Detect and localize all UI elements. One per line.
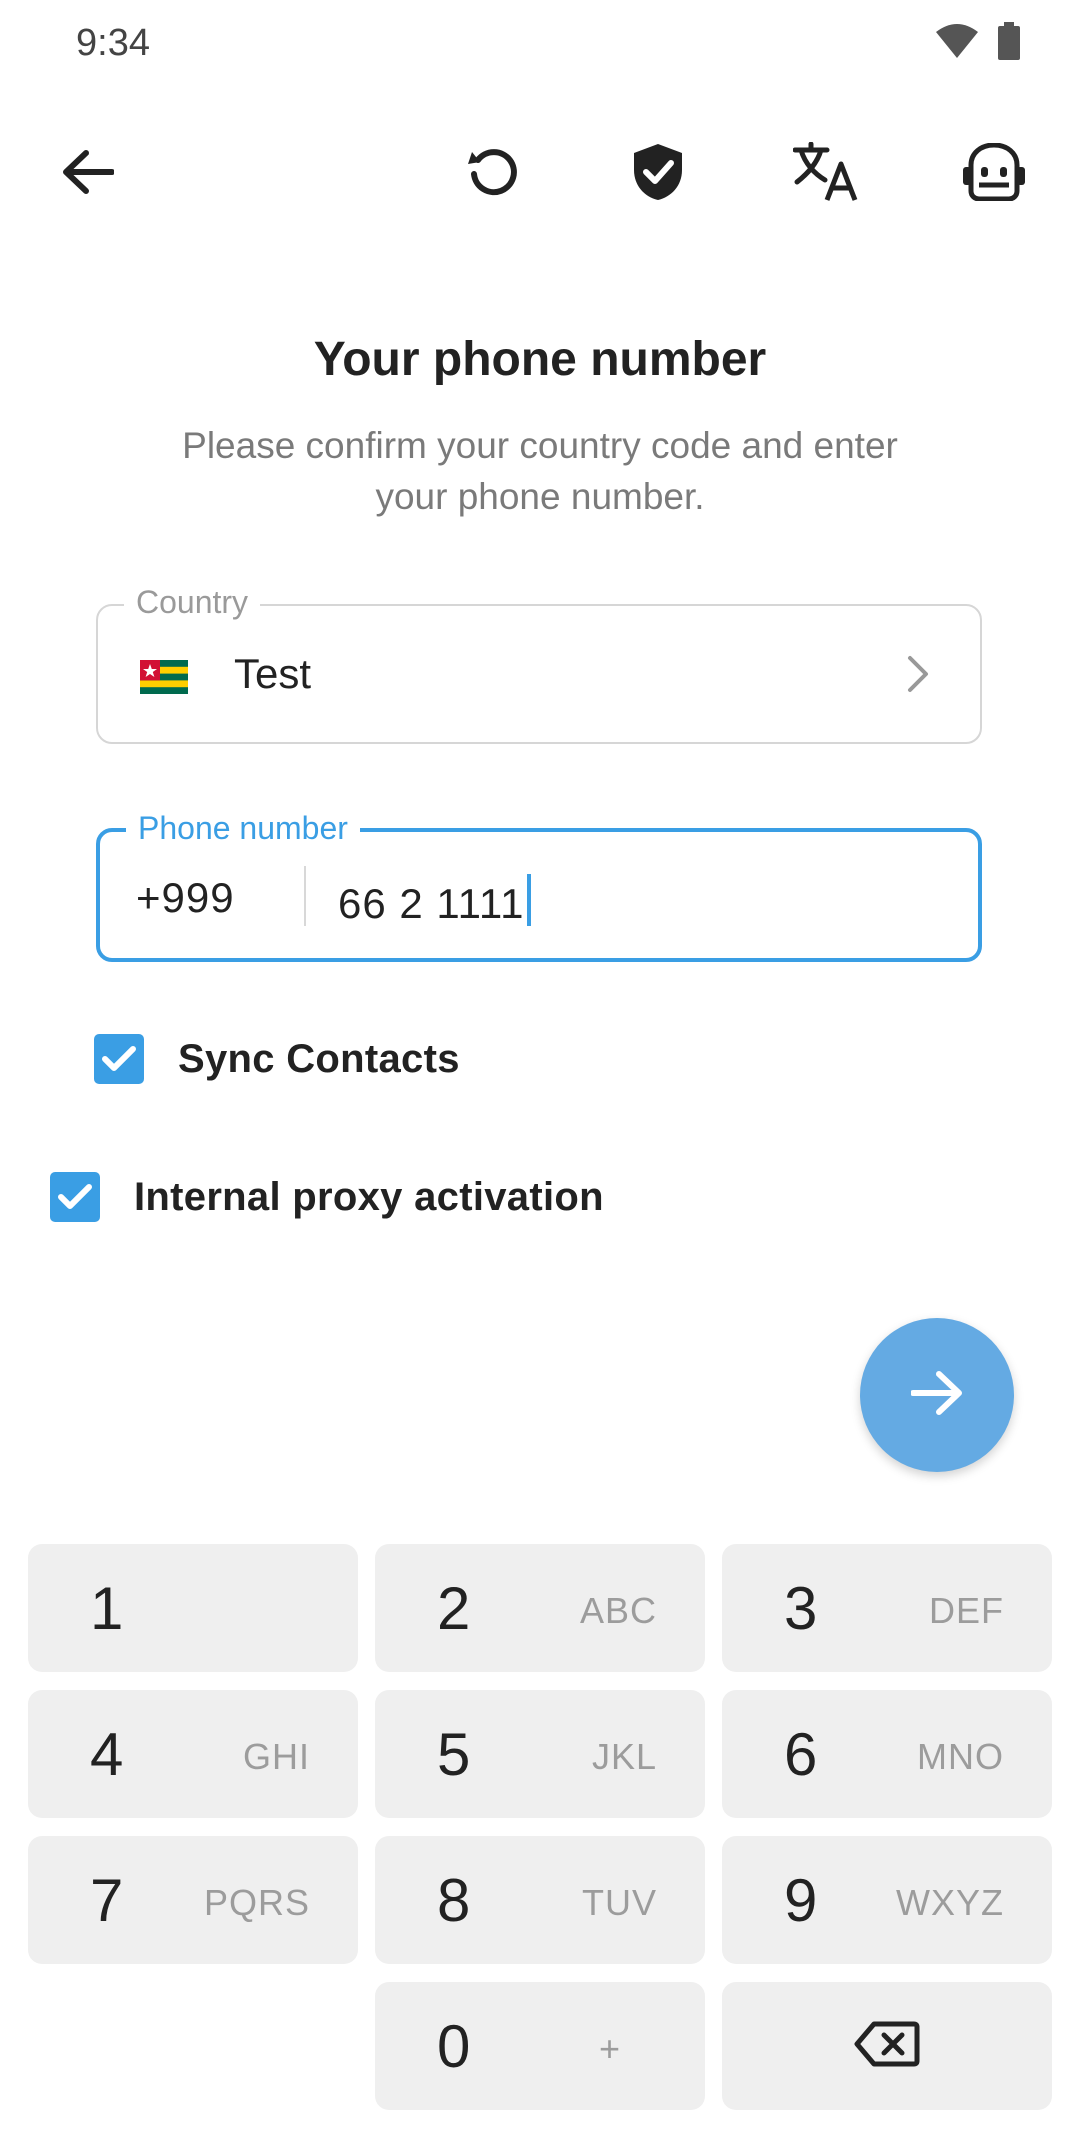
key-3[interactable]: 3 DEF	[722, 1544, 1052, 1672]
backspace-key[interactable]	[722, 1982, 1052, 2110]
key-digit: 7	[90, 1867, 124, 1934]
country-selector[interactable]: Country Test	[96, 580, 982, 744]
next-button[interactable]	[860, 1318, 1014, 1472]
page-subtitle: Please confirm your country code and ent…	[182, 425, 898, 517]
backspace-icon	[854, 2021, 920, 2072]
key-letters: GHI	[242, 1736, 310, 1777]
arrow-right-icon	[910, 1370, 963, 1420]
status-time: 9:34	[76, 22, 150, 64]
key-digit: 6	[784, 1721, 818, 1788]
key-8[interactable]: 8 TUV	[375, 1836, 705, 1964]
key-letters: +	[598, 2028, 621, 2069]
shield-button[interactable]	[610, 124, 706, 220]
key-digit: 3	[784, 1575, 818, 1642]
translate-icon	[793, 142, 859, 202]
internal-proxy-checkbox[interactable]: Internal proxy activation	[50, 1172, 604, 1222]
page-title: Your phone number	[313, 333, 767, 386]
sync-contacts-checkbox[interactable]: Sync Contacts	[94, 1034, 460, 1084]
checkbox-checked-icon	[50, 1172, 100, 1222]
key-9[interactable]: 9 WXYZ	[722, 1836, 1052, 1964]
key-digit: 5	[437, 1721, 471, 1788]
back-button[interactable]	[40, 124, 136, 220]
key-6[interactable]: 6 MNO	[722, 1690, 1052, 1818]
battery-icon	[998, 22, 1020, 65]
key-letters: DEF	[929, 1590, 1004, 1631]
key-letters: PQRS	[203, 1882, 310, 1923]
reset-icon	[464, 144, 520, 200]
key-digit: 9	[784, 1867, 818, 1934]
key-letters: ABC	[579, 1590, 657, 1631]
key-7[interactable]: 7 PQRS	[28, 1836, 358, 1964]
bot-icon	[961, 143, 1027, 201]
field-divider	[304, 866, 306, 926]
key-digit: 4	[90, 1721, 124, 1788]
phone-number-label: Phone number	[126, 806, 360, 850]
key-4[interactable]: 4 GHI	[28, 1690, 358, 1818]
text-caret	[526, 874, 531, 926]
translate-button[interactable]	[778, 124, 874, 220]
key-5[interactable]: 5 JKL	[375, 1690, 705, 1818]
internal-proxy-label: Internal proxy activation	[134, 1174, 604, 1219]
reset-button[interactable]	[444, 124, 540, 220]
checkbox-checked-icon	[94, 1034, 144, 1084]
country-name: Test	[234, 650, 312, 697]
shield-check-icon	[632, 142, 684, 202]
key-letters: TUV	[582, 1882, 657, 1923]
wifi-icon	[936, 24, 978, 63]
sync-contacts-label: Sync Contacts	[178, 1036, 460, 1081]
key-0[interactable]: 0 +	[375, 1982, 705, 2110]
phone-number-input[interactable]: 66 2 1111	[338, 874, 531, 928]
togo-flag-icon	[140, 660, 188, 699]
key-letters: MNO	[917, 1736, 1004, 1777]
back-arrow-icon	[62, 150, 114, 194]
key-digit: 0	[437, 2013, 471, 2080]
key-digit: 1	[90, 1575, 124, 1642]
bot-button[interactable]	[946, 124, 1042, 220]
key-2[interactable]: 2 ABC	[375, 1544, 705, 1672]
phone-number-field[interactable]: Phone number +999 66 2 1111	[96, 806, 982, 962]
key-1[interactable]: 1	[28, 1544, 358, 1672]
key-digit: 2	[437, 1575, 471, 1642]
key-letters: JKL	[591, 1736, 657, 1777]
key-letters: WXYZ	[896, 1882, 1004, 1923]
chevron-right-icon	[906, 654, 930, 699]
status-icons	[936, 22, 1020, 65]
country-code-input[interactable]: +999	[136, 874, 235, 922]
key-digit: 8	[437, 1867, 471, 1934]
phone-number-value: 66 2 1111	[338, 880, 525, 927]
country-label: Country	[124, 580, 261, 624]
